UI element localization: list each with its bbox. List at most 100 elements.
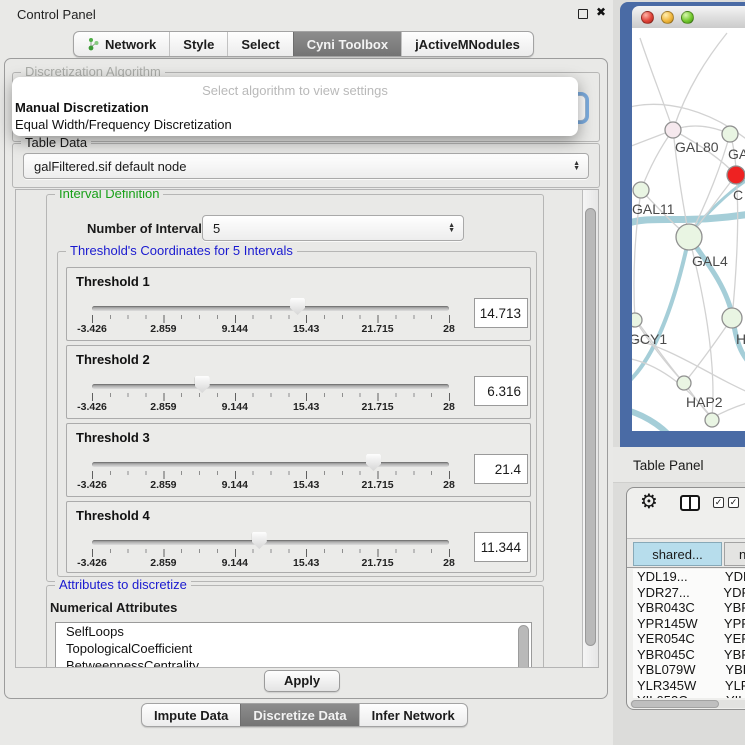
network-node[interactable]	[722, 126, 738, 142]
list-item[interactable]: BetweennessCentrality	[56, 657, 515, 668]
tick-label: 9.144	[222, 323, 248, 335]
network-window-titlebar[interactable]	[632, 6, 745, 29]
slider-major-ticks	[92, 315, 450, 323]
slider-thumb[interactable]	[252, 532, 267, 549]
list-item[interactable]: SelfLoops	[56, 623, 515, 640]
network-canvas[interactable]: GAL80GALCGAL11GAL4GCY1HHAP2	[632, 28, 745, 431]
table-row[interactable]: YDL19...YDL1	[633, 569, 745, 585]
slider-major-ticks	[92, 471, 450, 479]
threshold-1-value-field[interactable]: 14.713	[474, 298, 528, 328]
table-row[interactable]: YBR043CYBR0	[633, 600, 745, 616]
attributes-group: Attributes to discretize Numerical Attri…	[46, 585, 544, 668]
panel-scrollbar-thumb[interactable]	[585, 208, 596, 646]
threshold-4-box: Threshold 4 -3.4262.8599.14415.4321.7152…	[66, 501, 531, 573]
network-node[interactable]	[722, 308, 742, 328]
table-cell: YER0	[716, 631, 745, 646]
columns-icon[interactable]	[680, 495, 700, 511]
close-icon[interactable]: ✖	[596, 5, 606, 19]
tab-impute-data[interactable]: Impute Data	[142, 704, 240, 726]
table-row[interactable]: YBL079WYBL0	[633, 662, 745, 678]
network-node[interactable]	[705, 413, 719, 427]
table-row[interactable]: YLR345WYLR3	[633, 678, 745, 694]
table-hscrollbar[interactable]	[630, 700, 745, 708]
table-cell: YBL0	[717, 662, 745, 677]
tab-select[interactable]: Select	[227, 32, 292, 56]
menu-item-manual-discretization[interactable]: Manual Discretization	[15, 100, 149, 115]
column-header-name[interactable]: n	[724, 542, 745, 566]
table-row[interactable]: YPR145WYPR1	[633, 616, 745, 632]
slider-thumb[interactable]	[195, 376, 210, 393]
tick-label: 2.859	[150, 323, 176, 335]
network-node[interactable]	[665, 122, 681, 138]
table-hscrollbar-thumb[interactable]	[631, 700, 719, 708]
slider-thumb[interactable]	[366, 454, 381, 471]
tick-label: 9.144	[222, 557, 248, 569]
tick-label: 21.715	[362, 479, 394, 491]
tab-network[interactable]: Network	[74, 32, 169, 56]
tick-label: -3.426	[77, 479, 107, 491]
algorithm-dropdown-popup: Select algorithm to view settings Manual…	[12, 77, 578, 136]
column-header-shared-name[interactable]: shared...	[633, 542, 722, 566]
table-panel: ⚙ ✓ ✓ shared... n YDL19...YDL1YDR27...YD…	[626, 487, 745, 710]
threshold-1-slider[interactable]: -3.4262.8599.14415.4321.71528	[92, 268, 449, 342]
checkbox-icon[interactable]: ✓	[728, 497, 739, 508]
close-traffic-light-icon[interactable]	[641, 11, 654, 24]
slider-track[interactable]	[92, 384, 449, 389]
tick-label: -3.426	[77, 323, 107, 335]
tab-cyni-toolbox[interactable]: Cyni Toolbox	[293, 32, 401, 56]
network-node[interactable]	[633, 182, 649, 198]
table-row[interactable]: YDR27...YDR2	[633, 585, 745, 601]
num-intervals-combo[interactable]: 5 ▲▼	[202, 215, 464, 241]
apply-button[interactable]: Apply	[264, 670, 340, 692]
threshold-3-slider[interactable]: -3.4262.8599.14415.4321.71528	[92, 424, 449, 498]
zoom-traffic-light-icon[interactable]	[681, 11, 694, 24]
network-node-label: H	[736, 331, 745, 347]
tab-discretize-data[interactable]: Discretize Data	[240, 704, 358, 726]
table-row[interactable]: YIL052CYIL0	[633, 693, 745, 698]
table-cell: YBR0	[716, 600, 745, 615]
slider-major-ticks	[92, 549, 450, 557]
threshold-4-value-field[interactable]: 11.344	[474, 532, 528, 562]
network-node[interactable]	[677, 376, 691, 390]
checkbox-icon[interactable]: ✓	[713, 497, 724, 508]
threshold-2-value-field[interactable]: 6.316	[474, 376, 528, 406]
threshold-4-slider[interactable]: -3.4262.8599.14415.4321.71528	[92, 502, 449, 576]
tab-style[interactable]: Style	[169, 32, 227, 56]
slider-tick-labels: -3.4262.8599.14415.4321.71528	[92, 479, 449, 491]
table-data-combo[interactable]: galFiltered.sif default node ▲▼	[23, 153, 589, 179]
tick-label: 28	[443, 479, 455, 491]
tab-infer-network[interactable]: Infer Network	[359, 704, 467, 726]
tick-label: 15.43	[293, 557, 319, 569]
toolbox-tabbar: Network Style Select Cyni Toolbox jActiv…	[73, 31, 534, 57]
slider-track[interactable]	[92, 540, 449, 545]
minimize-traffic-light-icon[interactable]	[661, 11, 674, 24]
tab-jactivemnodules[interactable]: jActiveMNodules	[401, 32, 533, 56]
list-scrollbar-thumb[interactable]	[518, 625, 529, 668]
menu-item-equal-width-frequency[interactable]: Equal Width/Frequency Discretization	[15, 117, 232, 132]
tick-label: 2.859	[150, 401, 176, 413]
table-cell: YIL052C	[633, 693, 718, 698]
table-row[interactable]: YBR045CYBR0	[633, 647, 745, 663]
numerical-attributes-list[interactable]: SelfLoopsTopologicalCoefficientBetweenne…	[55, 622, 532, 668]
table-cell: YDL1	[717, 569, 745, 584]
list-item[interactable]: TopologicalCoefficient	[56, 640, 515, 657]
slider-thumb[interactable]	[290, 298, 305, 315]
gear-icon[interactable]: ⚙	[640, 489, 658, 514]
network-node[interactable]	[632, 313, 642, 327]
panel-scrollbar[interactable]	[582, 190, 598, 667]
tick-label: 2.859	[150, 479, 176, 491]
network-node[interactable]	[727, 166, 745, 184]
tick-label: 15.43	[293, 323, 319, 335]
thresholds-group: Threshold's Coordinates for 5 Intervals …	[57, 251, 537, 577]
tick-label: 21.715	[362, 401, 394, 413]
slider-track[interactable]	[92, 306, 449, 311]
table-cell: YBR045C	[633, 647, 716, 662]
num-intervals-label: Number of Intervals	[87, 221, 209, 236]
threshold-3-value-field[interactable]: 21.4	[474, 454, 528, 484]
table-row[interactable]: YER054CYER0	[633, 631, 745, 647]
tick-label: 28	[443, 323, 455, 335]
slider-track[interactable]	[92, 462, 449, 467]
network-node[interactable]	[676, 224, 702, 250]
threshold-2-slider[interactable]: -3.4262.8599.14415.4321.71528	[92, 346, 449, 420]
float-window-icon[interactable]	[578, 9, 588, 19]
